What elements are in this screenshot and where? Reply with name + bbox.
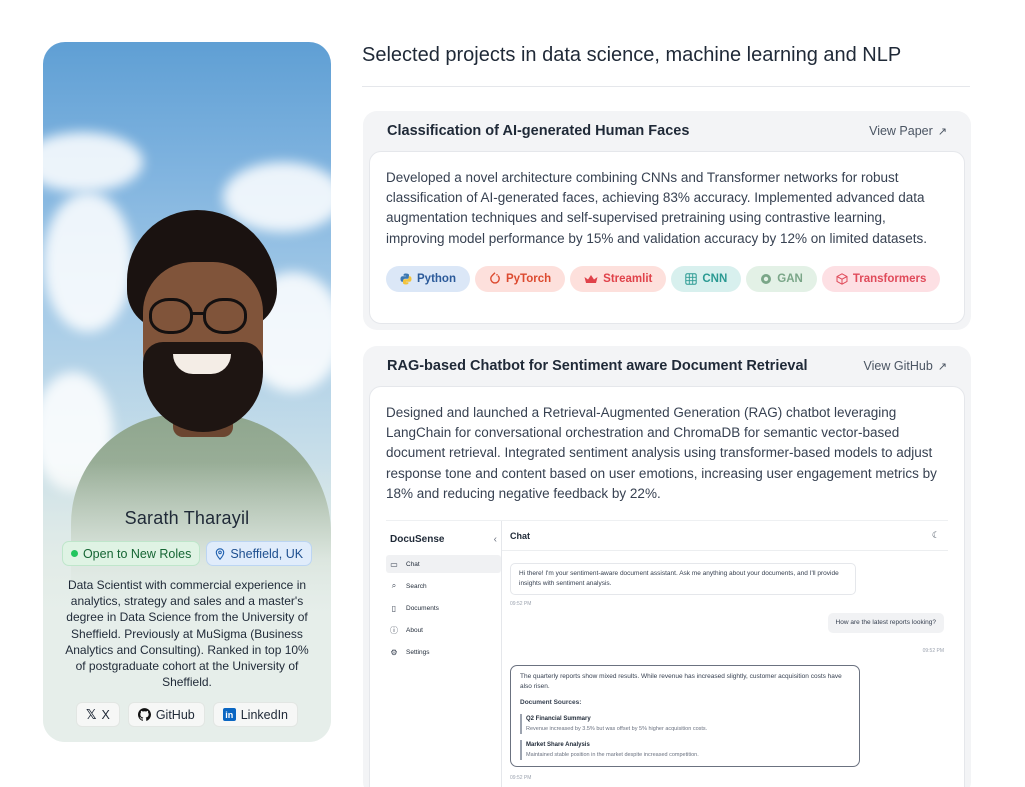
section-divider	[362, 86, 970, 87]
location-badge-label: Sheffield, UK	[230, 546, 304, 561]
message-timestamp: 09:52 PM	[922, 648, 944, 655]
app-header-title: Chat	[510, 530, 530, 541]
app-nav-chat: ▭ Chat	[386, 555, 501, 574]
bot-message: The quarterly reports show mixed results…	[510, 665, 860, 768]
app-sidebar: DocuSense ‹ ▭ Chat ⌕ Search ▯ Documents ⓘ Ab…	[386, 521, 502, 787]
github-icon	[137, 708, 151, 722]
source-text: Revenue increased by 3.5% but was offset…	[526, 726, 708, 733]
app-screenshot: DocuSense ‹ ▭ Chat ⌕ Search ▯ Documents ⓘ Ab…	[386, 520, 948, 787]
grid-icon	[685, 273, 698, 285]
chat-icon: ▭	[390, 559, 398, 569]
user-message: How are the latest reports looking?	[827, 613, 944, 634]
tag-python: Python	[386, 265, 470, 292]
app-nav-settings: ⚙ Settings	[386, 643, 501, 661]
tag-transformers: Transformers	[821, 265, 941, 292]
tag-label: Transformers	[852, 272, 927, 285]
tag-label: GAN	[777, 272, 803, 285]
nav-label: Chat	[406, 560, 420, 568]
bot-message: Hi there! I'm your sentiment-aware docum…	[510, 563, 856, 596]
tag-cnn: CNN	[671, 265, 742, 292]
external-link-icon: ↗	[937, 125, 947, 138]
search-icon: ⌕	[391, 581, 397, 591]
tag-label: Python	[417, 272, 456, 285]
collapse-chevron-icon: ‹	[493, 533, 497, 545]
nav-label: Settings	[406, 648, 430, 656]
nav-label: Search	[406, 582, 427, 590]
tag-label: Streamlit	[603, 272, 653, 285]
project-description: Developed a novel architecture combining…	[386, 170, 928, 246]
tag-label: CNN	[702, 272, 728, 285]
app-brand: DocuSense	[390, 533, 445, 545]
nav-label: Documents	[406, 604, 439, 612]
view-paper-link[interactable]: View Paper ↗	[869, 124, 947, 138]
profile-card: Sarath Tharayil Open to New Roles Sheffi…	[43, 42, 331, 742]
linkedin-icon: in	[222, 708, 236, 722]
source-text: Maintained stable position in the market…	[526, 752, 699, 759]
x-icon: 𝕏	[86, 706, 97, 722]
tag-gan: GAN	[746, 265, 817, 292]
gan-icon	[761, 273, 772, 284]
message-timestamp: 09:52 PM	[510, 601, 532, 608]
project-card: RAG-based Chatbot for Sentiment aware Do…	[363, 346, 971, 787]
section-title: Selected projects in data science, machi…	[362, 44, 902, 66]
social-linkedin-button[interactable]: in LinkedIn	[212, 702, 298, 728]
project-card: Classification of AI-generated Human Fac…	[363, 111, 971, 330]
app-chat-panel: Chat ☾ Hi there! I'm your sentiment-awar…	[502, 521, 948, 787]
view-github-label: View GitHub	[863, 359, 933, 373]
project-description: Designed and launched a Retrieval-Augmen…	[386, 405, 937, 501]
message-timestamp: 09:52 PM	[510, 775, 532, 782]
bot-answer: The quarterly reports show mixed results…	[520, 673, 842, 691]
info-icon: ⓘ	[390, 625, 398, 635]
nav-label: About	[406, 626, 423, 634]
status-badge: Open to New Roles	[61, 541, 201, 566]
social-x-label: X	[101, 707, 110, 722]
tag-list: Python PyTorch Streamlit CNN GAN Transfo…	[386, 265, 948, 292]
app-nav-about: ⓘ About	[386, 621, 501, 639]
python-icon	[400, 273, 412, 285]
project-title: Classification of AI-generated Human Fac…	[387, 123, 690, 139]
gear-icon: ⚙	[390, 647, 398, 657]
source-title: Market Share Analysis	[526, 742, 590, 749]
location-pin-icon	[216, 547, 225, 560]
social-github-button[interactable]: GitHub	[127, 702, 205, 728]
social-github-label: GitHub	[155, 707, 195, 722]
view-paper-label: View Paper	[869, 124, 933, 138]
app-nav-documents: ▯ Documents	[386, 599, 501, 617]
external-link-icon: ↗	[937, 360, 947, 373]
tag-streamlit: Streamlit	[570, 265, 667, 292]
tag-pytorch: PyTorch	[474, 265, 566, 292]
tag-label: PyTorch	[505, 272, 552, 285]
social-linkedin-label: LinkedIn	[240, 707, 288, 722]
source-item: Q2 Financial Summary Revenue increased b…	[520, 714, 850, 735]
status-dot-icon	[70, 550, 78, 557]
streamlit-icon	[584, 274, 598, 283]
social-x-button[interactable]: 𝕏 X	[76, 702, 120, 728]
status-badge-label: Open to New Roles	[82, 546, 192, 561]
app-nav-search: ⌕ Search	[386, 577, 501, 595]
location-badge: Sheffield, UK	[206, 541, 313, 566]
profile-bio: Data Scientist with commercial experienc…	[65, 578, 309, 690]
sources-title: Document Sources:	[520, 699, 582, 707]
profile-name: Sarath Tharayil	[124, 508, 250, 528]
cube-icon	[836, 273, 848, 285]
source-title: Q2 Financial Summary	[526, 716, 591, 723]
source-item: Market Share Analysis Maintained stable …	[520, 740, 850, 761]
view-github-link[interactable]: View GitHub ↗	[864, 359, 947, 373]
book-icon: ▯	[391, 603, 397, 613]
moon-icon: ☾	[931, 530, 940, 541]
project-title: RAG-based Chatbot for Sentiment aware Do…	[387, 358, 808, 374]
pytorch-icon	[490, 272, 500, 284]
